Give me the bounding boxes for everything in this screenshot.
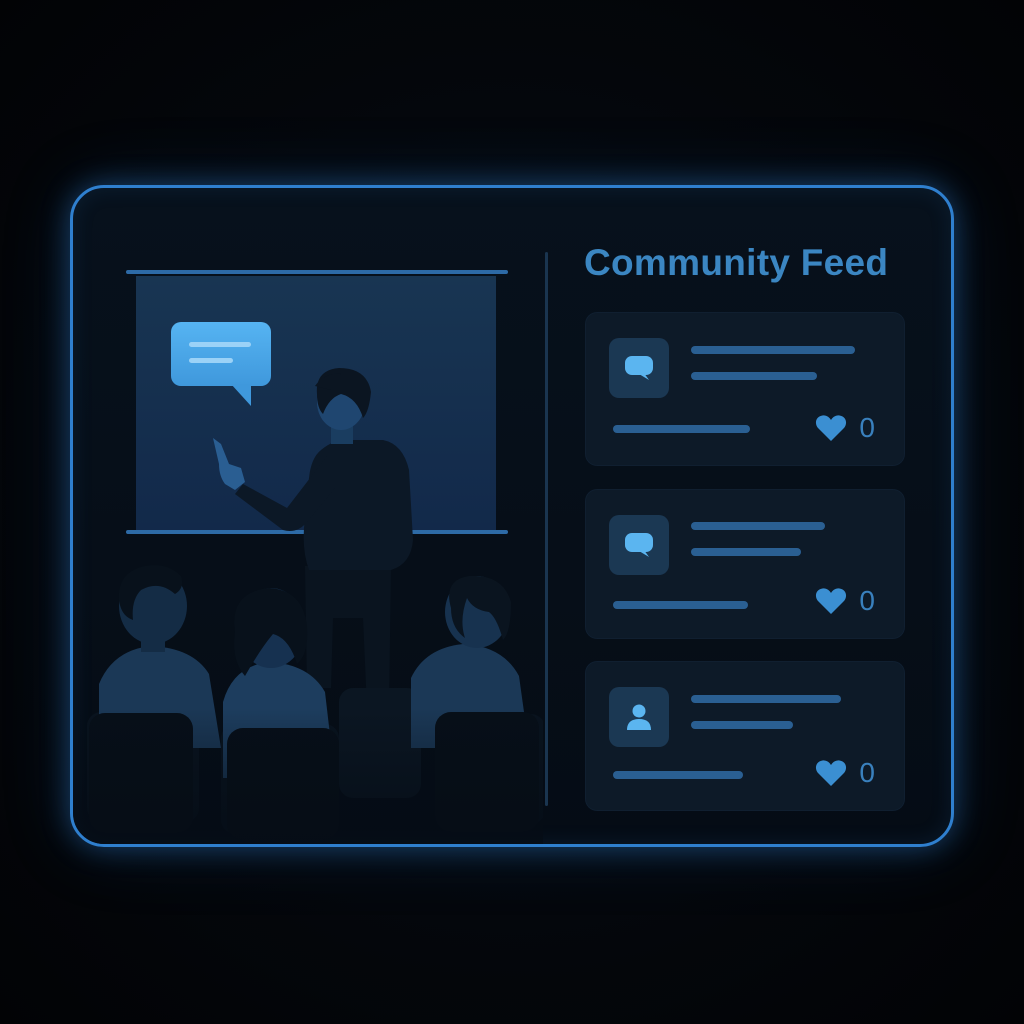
- like-button[interactable]: 0: [815, 587, 875, 615]
- post-avatar: [609, 515, 669, 575]
- panel-divider: [545, 252, 548, 806]
- feed-post-card[interactable]: 0: [585, 312, 905, 466]
- post-text-line: [691, 548, 801, 556]
- like-button[interactable]: 0: [815, 759, 875, 787]
- post-text-line: [691, 522, 825, 530]
- post-meta-line: [613, 601, 748, 609]
- feed-post-card[interactable]: 0: [585, 489, 905, 639]
- heart-icon: [816, 415, 847, 441]
- like-count: 0: [859, 585, 875, 616]
- like-button[interactable]: 0: [815, 414, 875, 442]
- heart-icon: [816, 588, 847, 614]
- post-text-line: [691, 346, 855, 354]
- heart-icon: [816, 760, 847, 786]
- like-count: 0: [859, 412, 875, 443]
- post-text-line: [691, 372, 817, 380]
- post-text-line: [691, 695, 841, 703]
- post-meta-line: [613, 771, 743, 779]
- presentation-illustration: [73, 188, 543, 844]
- app-canvas: Community Feed 0 0 0: [0, 0, 1024, 1024]
- like-count: 0: [859, 757, 875, 788]
- feed-post-card[interactable]: 0: [585, 661, 905, 811]
- post-avatar: [609, 338, 669, 398]
- post-text-line: [691, 721, 793, 729]
- feed-title: Community Feed: [584, 242, 889, 283]
- user-icon: [627, 704, 651, 730]
- post-meta-line: [613, 425, 750, 433]
- chat-bubble-icon: [625, 356, 653, 380]
- chat-bubble-icon: [625, 533, 653, 557]
- post-avatar: [609, 687, 669, 747]
- app-window: Community Feed 0 0 0: [70, 185, 954, 847]
